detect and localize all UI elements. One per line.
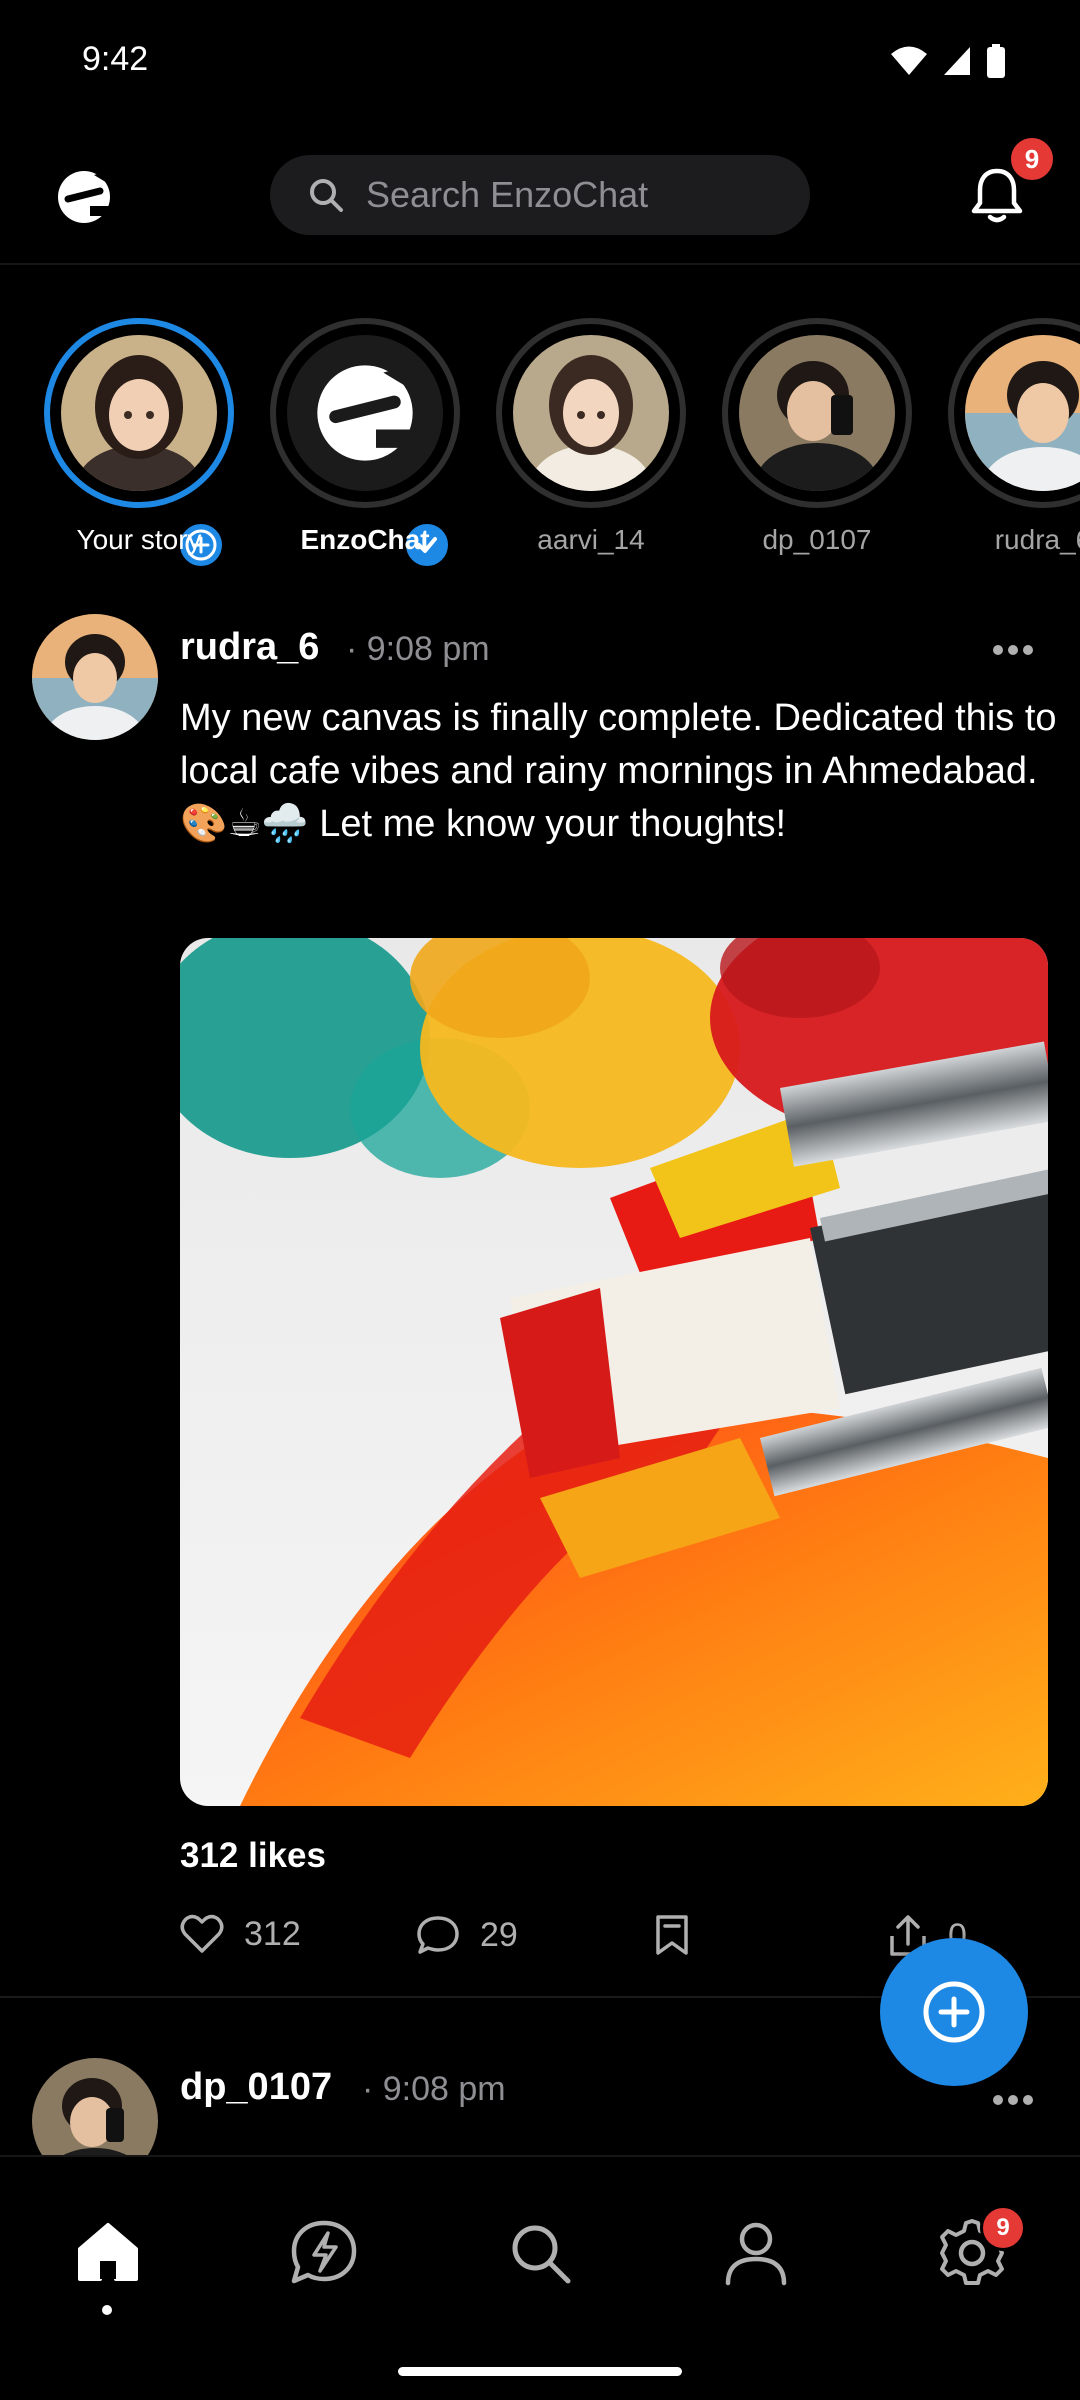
plus-circle-icon (923, 1981, 985, 2043)
comment-bubble-icon (417, 1916, 459, 1954)
post-username[interactable]: rudra_6 (180, 626, 319, 669)
more-options-icon[interactable] (992, 644, 1034, 656)
story-ring (722, 318, 912, 508)
cellular-signal-icon (944, 47, 970, 75)
story-label: aarvi_14 (537, 524, 645, 555)
search-icon[interactable] (504, 2217, 576, 2289)
home-icon[interactable] (72, 2217, 144, 2289)
post-image[interactable] (180, 938, 1048, 1806)
search-icon (310, 179, 343, 212)
avatar (508, 330, 674, 496)
story-ring (948, 318, 1080, 508)
avatar (282, 330, 448, 496)
story-ring (496, 318, 686, 508)
story-aarvi[interactable]: aarvi_14 (496, 318, 686, 578)
profile-icon[interactable] (720, 2217, 792, 2289)
search-placeholder: Search EnzoChat (366, 174, 649, 215)
bookmark-button[interactable] (654, 1914, 690, 1956)
story-rudra[interactable]: rudra_6 (948, 318, 1080, 578)
active-tab-indicator (102, 2305, 112, 2315)
comment-button[interactable]: 29 (416, 1914, 518, 1956)
enzochat-logo-icon[interactable] (54, 167, 114, 227)
home-indicator[interactable] (398, 2367, 682, 2376)
story-label: dp_0107 (762, 524, 872, 555)
story-label: rudra_6 (994, 524, 1080, 555)
story-your-story[interactable]: Your story (44, 318, 234, 578)
wifi-icon (891, 46, 927, 75)
avatar (960, 330, 1080, 496)
enzochat-logo-icon (317, 361, 420, 461)
notification-badge: 9 (1008, 135, 1056, 183)
battery-icon (987, 44, 1005, 78)
likes-count-label: 312 likes (180, 1836, 326, 1875)
story-enzochat[interactable]: EnzoChat (270, 318, 460, 578)
status-time: 9:42 (82, 40, 149, 78)
story-dp[interactable]: dp_0107 (722, 318, 912, 578)
comment-count: 29 (480, 1915, 518, 1954)
post-timestamp: · 9:08 pm (346, 630, 490, 668)
heart-icon (180, 1914, 224, 1953)
app-header: Search EnzoChat 9 (0, 125, 1080, 265)
chat-flash-icon[interactable] (288, 2217, 360, 2289)
like-button[interactable]: 312 (180, 1914, 301, 1954)
story-ring (44, 318, 234, 508)
post-avatar[interactable] (32, 2058, 158, 2155)
search-bar[interactable]: Search EnzoChat (270, 155, 810, 235)
post-username[interactable]: dp_0107 (180, 2066, 332, 2109)
settings-badge: 9 (980, 2205, 1026, 2251)
story-ring (270, 318, 460, 508)
avatar (734, 330, 900, 496)
create-post-button[interactable] (880, 1938, 1028, 2086)
more-options-icon[interactable] (992, 2094, 1034, 2106)
post-text: My new canvas is finally complete. Dedic… (180, 697, 1057, 845)
like-count: 312 (244, 1914, 301, 1953)
stories-row: Your story EnzoChat aarvi_14 dp_0107 rud… (0, 318, 1080, 578)
status-bar: 9:42 (0, 0, 1080, 125)
bookmark-icon (656, 1915, 688, 1955)
bottom-navigation: 9 (0, 2155, 1080, 2400)
story-label: Your story (76, 524, 202, 555)
post-timestamp: · 9:08 pm (362, 2070, 506, 2108)
status-icons (890, 44, 1006, 78)
story-label: EnzoChat (300, 524, 430, 555)
post-avatar[interactable] (32, 614, 158, 740)
avatar (56, 330, 222, 496)
